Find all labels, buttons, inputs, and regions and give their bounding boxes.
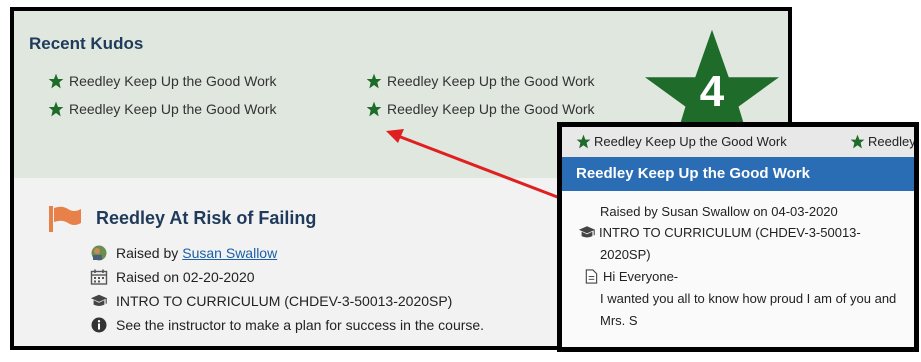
- kudo-label: Reedley Keep Up the Good Work: [594, 134, 787, 149]
- popup-message-line-2: I wanted you all to know how proud I am …: [600, 291, 896, 306]
- kudo-item[interactable]: Reedley Keep Up the Good Work: [576, 134, 787, 149]
- kudo-label: Reedley: [868, 134, 916, 149]
- course-text: INTRO TO CURRICULUM (CHDEV-3-50013-2020S…: [116, 293, 453, 309]
- info-row: See the instructor to make a plan for su…: [90, 317, 484, 333]
- popup-body: Raised by Susan Swallow on 04-03-2020 IN…: [562, 191, 914, 347]
- popup-message-line: Hi Everyone-: [582, 269, 678, 284]
- calendar-icon: [90, 269, 108, 285]
- kudo-label: Reedley Keep Up the Good Work: [387, 73, 595, 89]
- kudo-item[interactable]: Reedley Keep Up the Good Work: [366, 73, 595, 89]
- note-icon: [585, 269, 598, 284]
- popup-header: Reedley Keep Up the Good Work: [562, 157, 914, 191]
- course-row: INTRO TO CURRICULUM (CHDEV-3-50013-2020S…: [90, 293, 452, 309]
- raised-by-prefix: Raised by: [116, 245, 179, 261]
- popup-message-line-3: Mrs. S: [600, 313, 638, 328]
- kudo-detail-popup: Reedley Keep Up the Good Work Reedley Re…: [557, 122, 919, 352]
- raised-on-row: Raised on 02-20-2020: [90, 269, 255, 285]
- kudos-count: 4: [699, 67, 725, 116]
- popup-title: Reedley Keep Up the Good Work: [576, 165, 810, 182]
- kudo-item[interactable]: Reedley Keep Up the Good Work: [48, 73, 277, 89]
- star-icon: [48, 73, 64, 89]
- popup-raised-text: Raised by Susan Swallow on 04-03-2020: [600, 204, 838, 219]
- star-icon: [366, 101, 382, 117]
- graduation-cap-icon: [90, 294, 108, 306]
- raised-by-link[interactable]: Susan Swallow: [182, 245, 277, 261]
- star-icon: [576, 134, 591, 149]
- popup-course-line: INTRO TO CURRICULUM (CHDEV-3-50013-: [578, 225, 861, 240]
- recent-kudos-title: Recent Kudos: [29, 34, 144, 53]
- kudo-item[interactable]: Reedley: [850, 134, 916, 149]
- popup-course-text-2: 2020SP): [600, 247, 651, 262]
- kudo-item[interactable]: Reedley Keep Up the Good Work: [48, 101, 277, 117]
- kudo-label: Reedley Keep Up the Good Work: [69, 73, 277, 89]
- popup-message-text-3: Mrs. S: [600, 313, 638, 328]
- kudo-label: Reedley Keep Up the Good Work: [69, 101, 277, 117]
- kudo-label: Reedley Keep Up the Good Work: [387, 101, 595, 117]
- alert-title[interactable]: Reedley At Risk of Failing: [96, 208, 316, 229]
- info-text: See the instructor to make a plan for su…: [116, 317, 485, 333]
- flag-icon: [49, 206, 81, 232]
- popup-raised-line: Raised by Susan Swallow on 04-03-2020: [600, 204, 838, 219]
- kudo-item[interactable]: Reedley Keep Up the Good Work: [366, 101, 595, 117]
- popup-message-text-2: I wanted you all to know how proud I am …: [600, 291, 897, 306]
- popup-course-line-2: 2020SP): [600, 247, 651, 262]
- star-icon: [366, 73, 382, 89]
- info-icon: [91, 317, 107, 333]
- graduation-cap-icon: [578, 226, 596, 238]
- popup-course-text: INTRO TO CURRICULUM (CHDEV-3-50013-: [599, 225, 861, 240]
- popup-message-text-1: Hi Everyone-: [603, 269, 679, 284]
- raised-by-row: Raised by Susan Swallow: [90, 245, 277, 261]
- popup-kudos-strip: Reedley Keep Up the Good Work Reedley: [562, 127, 914, 157]
- raised-on-text: Raised on 02-20-2020: [116, 269, 255, 285]
- avatar-icon: [91, 245, 107, 261]
- star-icon: [850, 134, 865, 149]
- star-icon: [48, 101, 64, 117]
